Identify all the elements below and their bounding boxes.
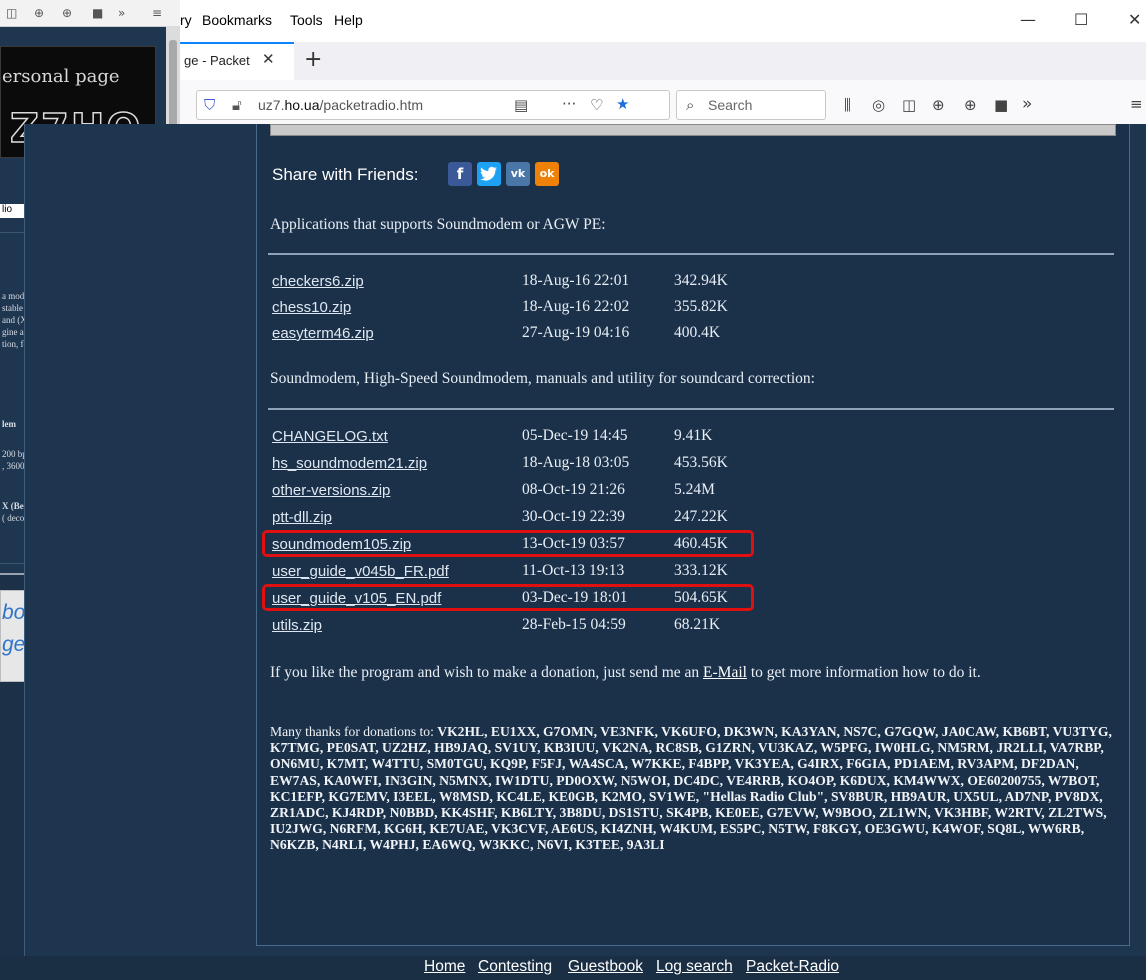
file-link[interactable]: user_guide_v045b_FR.pdf (272, 563, 449, 580)
vk-share-button[interactable]: vk (506, 162, 530, 186)
background-text-line: lem (2, 419, 16, 429)
file-date: 28-Feb-15 04:59 (522, 616, 626, 633)
file-size: 9.41K (674, 427, 713, 444)
odnoklassniki-share-button[interactable]: ok (535, 162, 559, 186)
file-date: 05-Dec-19 14:45 (522, 427, 628, 444)
file-size: 247.22K (674, 508, 728, 525)
menu-icon[interactable]: ≡ (1130, 95, 1143, 113)
file-link[interactable]: hs_soundmodem21.zip (272, 455, 427, 472)
file-date: 18-Aug-18 03:05 (522, 454, 630, 471)
tab-title[interactable]: ge - Packet (184, 53, 250, 68)
sidebar-icon[interactable]: ◫ (902, 96, 916, 114)
footer-link-log-search[interactable]: Log search (656, 958, 733, 976)
insecure-lock-icon[interactable]: 🔓︎ (232, 96, 242, 114)
file-link[interactable]: other-versions.zip (272, 482, 390, 499)
file-date: 18-Aug-16 22:02 (522, 298, 630, 315)
tab-bar (180, 42, 1146, 80)
zoom-icon[interactable]: ⊕ (932, 96, 945, 114)
new-tab-button[interactable]: + (304, 47, 322, 72)
file-size: 333.12K (674, 562, 728, 579)
footer-link-home[interactable]: Home (424, 958, 465, 976)
menu-help[interactable]: Help (334, 12, 363, 28)
footer-link-packet-radio[interactable]: Packet-Radio (746, 958, 839, 976)
minimize-button[interactable]: — (1020, 10, 1036, 29)
library-icon[interactable]: ⫼ (844, 96, 851, 114)
zoom-icon-2[interactable]: ⊕ (964, 96, 977, 114)
divider (268, 253, 1114, 255)
maximize-button[interactable]: ☐ (1074, 10, 1088, 29)
file-size: 453.56K (674, 454, 728, 471)
file-date: 30-Oct-19 22:39 (522, 508, 625, 525)
share-label: Share with Friends: (272, 165, 419, 184)
donation-text: If you like the program and wish to make… (270, 664, 981, 681)
email-link[interactable]: E-Mail (703, 664, 747, 681)
apps-heading: Applications that supports Soundmodem or… (270, 216, 606, 233)
file-link[interactable]: chess10.zip (272, 299, 351, 316)
highlight-box (262, 530, 754, 557)
file-size: 5.24M (674, 481, 715, 498)
highlight-box (262, 584, 754, 611)
file-size: 400.4K (674, 324, 721, 341)
divider (268, 408, 1114, 410)
page-actions-icon[interactable]: ··· (562, 95, 576, 113)
note-line: ge (2, 633, 26, 656)
shield-icon[interactable]: ⛉ (204, 96, 215, 114)
donor-callsigns: VK2HL, EU1XX, G7OMN, VE3NFK, VK6UFO, DK3… (270, 724, 1112, 853)
facebook-share-button[interactable]: f (448, 162, 472, 186)
file-link[interactable]: utils.zip (272, 617, 322, 634)
file-date: 27-Aug-19 04:16 (522, 324, 630, 341)
menu-icon[interactable]: ≡ (152, 6, 162, 20)
overflow-icon[interactable]: » (118, 6, 125, 20)
twitter-share-button[interactable] (477, 162, 501, 186)
close-window-button[interactable]: ✕ (1128, 10, 1141, 29)
zoom-icon-2[interactable]: ⊕ (62, 6, 72, 20)
bookmark-star-icon[interactable]: ★ (616, 95, 629, 113)
search-icon: ⌕ (686, 96, 695, 114)
menu-history[interactable]: ry (180, 12, 192, 28)
footer-link-contesting[interactable]: Contesting (478, 958, 552, 976)
menu-tools[interactable]: Tools (290, 12, 323, 28)
file-size: 342.94K (674, 272, 728, 289)
file-link[interactable]: checkers6.zip (272, 273, 364, 290)
background-personal-text: ersonal page (2, 66, 120, 87)
url-text[interactable]: uz7.ho.ua/packetradio.htm (258, 97, 423, 113)
soundmodem-heading: Soundmodem, High-Speed Soundmodem, manua… (270, 370, 815, 387)
pocket-icon[interactable]: ♡ (590, 96, 603, 114)
thanks-text: Many thanks for donations to: VK2HL, EU1… (270, 724, 1112, 853)
file-date: 18-Aug-16 22:01 (522, 272, 630, 289)
overflow-icon[interactable]: » (1022, 94, 1032, 114)
file-size: 68.21K (674, 616, 721, 633)
menu-bar: ry Bookmarks Tools Help — ☐ ✕ (180, 0, 1146, 42)
menu-bookmarks[interactable]: Bookmarks (202, 12, 272, 28)
file-link[interactable]: CHANGELOG.txt (272, 428, 388, 445)
file-link[interactable]: ptt-dll.zip (272, 509, 332, 526)
sidebar-icon[interactable]: ◫ (6, 6, 17, 20)
file-link[interactable]: easyterm46.zip (272, 325, 374, 342)
background-toolbar: ◫ ⊕ ⊕ ■ » ≡ (0, 0, 180, 27)
top-strip (270, 124, 1116, 136)
close-tab-icon[interactable]: ✕ (262, 50, 275, 68)
zoom-icon[interactable]: ⊕ (34, 6, 44, 20)
reader-view-icon[interactable]: ▤ (514, 96, 528, 114)
file-date: 08-Oct-19 21:26 (522, 481, 625, 498)
screenshot-icon[interactable]: ■ (994, 96, 1008, 114)
account-icon[interactable]: ◎ (872, 96, 885, 114)
twitter-icon (480, 166, 497, 181)
file-size: 355.82K (674, 298, 728, 315)
footer-link-guestbook[interactable]: Guestbook (568, 958, 643, 976)
screenshot-icon[interactable]: ■ (92, 6, 103, 20)
search-placeholder[interactable]: Search (708, 97, 752, 113)
file-date: 11-Oct-13 19:13 (522, 562, 625, 579)
